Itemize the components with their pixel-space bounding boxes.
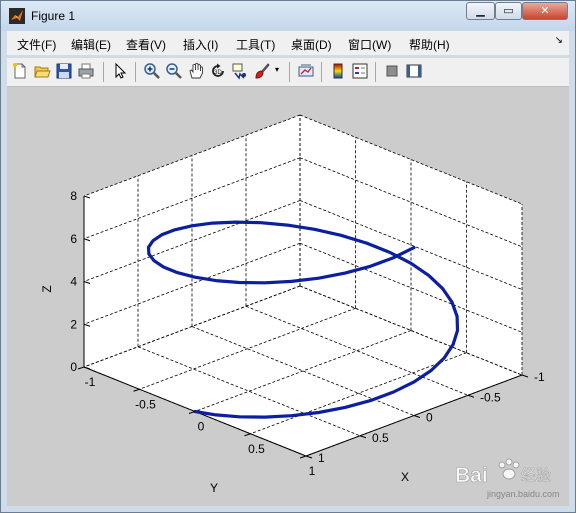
figure-toolbar: 3D ▾	[7, 57, 569, 87]
toolbar-separator	[375, 62, 376, 82]
legend-icon[interactable]	[351, 62, 369, 80]
close-button[interactable]: ✕	[522, 2, 568, 20]
pan-icon[interactable]	[187, 62, 205, 80]
rotate-3d-icon[interactable]: 3D	[209, 62, 227, 80]
pointer-icon[interactable]	[111, 62, 129, 80]
x-tick-label: 1	[309, 464, 316, 478]
menu-insert[interactable]: 插入(I)	[183, 36, 218, 53]
window-title: Figure 1	[31, 9, 76, 23]
svg-text:3D: 3D	[214, 70, 222, 76]
plot3d-axes[interactable]: -1 -0.5 0 0.5 1 -1 -0.5 0 0.5 1 0 2 4 6 8 X Y Z Bai 经验…	[7, 87, 569, 506]
link-plot-icon[interactable]	[297, 62, 315, 80]
figure-canvas: -1 -0.5 0 0.5 1 -1 -0.5 0 0.5 1 0 2 4 6 8 X Y Z Bai 经验…	[7, 87, 569, 506]
menu-file[interactable]: 文件(F)	[17, 36, 56, 53]
menu-overflow-icon[interactable]: ↘	[555, 35, 563, 46]
baidu-watermark: Bai 经验 jingyan.baidu.com	[455, 458, 560, 499]
title-bar[interactable]: Figure 1 ▁ ▭ ✕	[1, 1, 575, 31]
toolbar-separator	[321, 62, 322, 82]
y-tick-label: 0.5	[372, 431, 389, 445]
x-tick-label: -1	[85, 375, 96, 389]
matlab-logo-icon	[9, 8, 25, 24]
colorbar-icon[interactable]	[329, 62, 347, 80]
figure-window: Figure 1 ▁ ▭ ✕ 文件(F) 编辑(E) 查看(V) 插入(I) 工…	[0, 0, 576, 513]
maximize-button[interactable]: ▭	[495, 2, 522, 20]
menu-window[interactable]: 窗口(W)	[348, 36, 391, 53]
x-tick-label: 0	[198, 420, 205, 434]
menu-bar: 文件(F) 编辑(E) 查看(V) 插入(I) 工具(T) 桌面(D) 窗口(W…	[7, 31, 569, 55]
x-tick-label: -0.5	[135, 397, 156, 411]
toolbar-separator	[103, 62, 104, 82]
z-tick-label: 8	[70, 189, 77, 203]
z-tick-label: 6	[70, 232, 77, 246]
menu-desktop[interactable]: 桌面(D)	[291, 36, 332, 53]
minimize-icon: ▁	[476, 4, 485, 17]
menu-edit[interactable]: 编辑(E)	[71, 36, 111, 53]
close-icon: ✕	[540, 4, 550, 17]
z-axis-label: Z	[40, 285, 54, 292]
data-cursor-icon[interactable]	[231, 62, 249, 80]
watermark-url: jingyan.baidu.com	[486, 489, 560, 499]
brush-icon[interactable]	[253, 62, 271, 80]
show-plot-tools-icon[interactable]	[405, 62, 423, 80]
y-tick-mark	[413, 415, 421, 418]
z-tick-label: 0	[70, 360, 77, 374]
y-axis-label: Y	[210, 481, 218, 495]
toolbar-separator	[135, 62, 136, 82]
new-figure-icon[interactable]	[11, 62, 29, 80]
z-tick-label: 2	[70, 317, 77, 331]
y-tick-mark	[359, 435, 367, 439]
zoom-in-icon[interactable]	[143, 62, 161, 80]
z-tick-label: 4	[70, 275, 77, 289]
menu-tools[interactable]: 工具(T)	[236, 36, 275, 53]
y-tick-label: 1	[318, 451, 325, 465]
hide-plot-tools-icon[interactable]	[383, 62, 401, 80]
y-tick-mark	[305, 455, 313, 459]
x-tick-mark	[77, 366, 85, 370]
open-file-icon[interactable]	[33, 62, 51, 80]
save-icon[interactable]	[55, 62, 73, 80]
x-tick-mark	[244, 433, 251, 437]
x-axis-label: X	[401, 470, 409, 484]
x-tick-label: 0.5	[248, 442, 265, 456]
menu-view[interactable]: 查看(V)	[126, 36, 166, 53]
y-tick-label: -1	[534, 370, 545, 384]
y-tick-mark	[521, 374, 529, 378]
minimize-button[interactable]: ▁	[466, 2, 495, 20]
menu-help[interactable]: 帮助(H)	[409, 36, 450, 53]
maximize-icon: ▭	[503, 4, 514, 17]
y-tick-label: 0	[426, 411, 433, 425]
watermark-brand: Bai	[455, 464, 488, 487]
zoom-out-icon[interactable]	[165, 62, 183, 80]
brush-dropdown-icon[interactable]: ▾	[275, 65, 279, 74]
toolbar-separator	[289, 62, 290, 82]
y-tick-mark	[467, 394, 475, 398]
x-tick-mark	[133, 388, 140, 392]
baidu-paw-icon	[498, 458, 520, 480]
y-tick-label: -0.5	[480, 390, 501, 404]
print-icon[interactable]	[77, 62, 95, 80]
x-tick-mark	[299, 455, 307, 459]
watermark-brand-suffix: 经验	[521, 467, 551, 484]
